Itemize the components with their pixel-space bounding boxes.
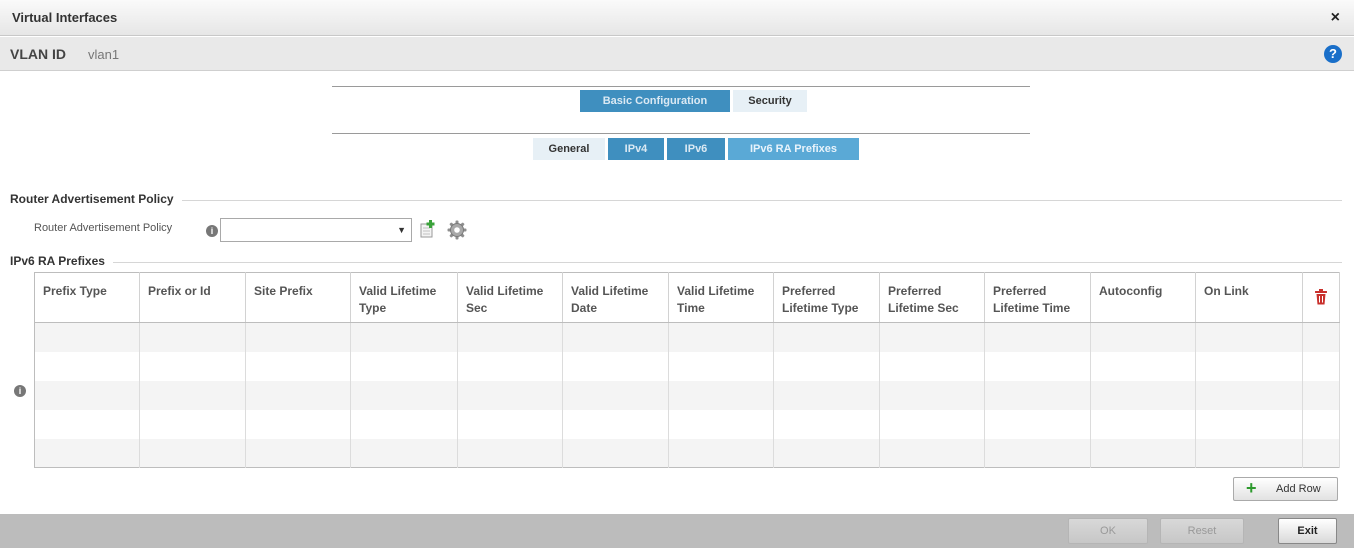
column-header[interactable]: Preferred Lifetime Sec (879, 272, 985, 323)
column-header[interactable]: On Link (1195, 272, 1303, 323)
column-header[interactable]: Valid Lifetime Type (350, 272, 458, 323)
vlan-id-label: VLAN ID (10, 46, 66, 62)
close-icon[interactable]: × (1331, 9, 1340, 27)
dialog-footer (0, 514, 1354, 548)
table-row (34, 351, 1340, 381)
table-header-row: Prefix Type Prefix or Id Site Prefix Val… (34, 272, 1340, 323)
column-header[interactable]: Valid Lifetime Time (668, 272, 774, 323)
ra-policy-field-label: Router Advertisement Policy (34, 222, 173, 234)
trash-icon[interactable] (1314, 289, 1328, 305)
vlan-id-value: vlan1 (88, 47, 120, 62)
column-header[interactable]: Preferred Lifetime Time (984, 272, 1091, 323)
ra-policy-section-title: Router Advertisement Policy (10, 192, 182, 206)
ok-button[interactable]: OK (1068, 518, 1148, 544)
ra-policy-select[interactable]: ▼ (220, 218, 412, 242)
table-row (34, 380, 1340, 410)
tab-divider-bottom (332, 133, 1030, 134)
column-header[interactable]: Autoconfig (1090, 272, 1196, 323)
window-titlebar: Virtual Interfaces × (0, 0, 1354, 36)
ipv6-ra-prefixes-section-title: IPv6 RA Prefixes (10, 254, 113, 268)
exit-button[interactable]: Exit (1278, 518, 1337, 544)
info-icon: i (14, 385, 26, 397)
section-divider (10, 262, 1342, 263)
table-row (34, 322, 1340, 352)
tab-general[interactable]: General (533, 138, 605, 160)
tab-security[interactable]: Security (733, 90, 807, 112)
ipv6-ra-prefixes-table: Prefix Type Prefix or Id Site Prefix Val… (34, 272, 1340, 468)
reset-button[interactable]: Reset (1160, 518, 1244, 544)
chevron-down-icon: ▼ (397, 225, 406, 235)
table-row (34, 438, 1340, 468)
tab-divider-top (332, 86, 1030, 87)
delete-column-header (1302, 272, 1340, 323)
tab-ipv6-ra-prefixes[interactable]: IPv6 RA Prefixes (728, 138, 859, 160)
tab-ipv4[interactable]: IPv4 (608, 138, 664, 160)
plus-icon: + (1246, 478, 1257, 498)
help-icon[interactable]: ? (1324, 45, 1342, 63)
vlan-header: VLAN ID vlan1 ? (0, 37, 1354, 71)
info-icon: i (206, 225, 218, 237)
section-divider (10, 200, 1342, 201)
column-header[interactable]: Prefix Type (34, 272, 140, 323)
table-row (34, 409, 1340, 439)
column-header[interactable]: Prefix or Id (139, 272, 246, 323)
gear-icon[interactable] (447, 220, 467, 240)
column-header[interactable]: Preferred Lifetime Type (773, 272, 880, 323)
tab-basic-configuration[interactable]: Basic Configuration (580, 90, 730, 112)
tab-ipv6[interactable]: IPv6 (667, 138, 725, 160)
column-header[interactable]: Valid Lifetime Date (562, 272, 669, 323)
column-header[interactable]: Site Prefix (245, 272, 351, 323)
add-row-button[interactable]: + Add Row (1233, 477, 1338, 501)
create-policy-icon[interactable] (420, 220, 436, 238)
window-title: Virtual Interfaces (12, 10, 118, 25)
add-row-label: Add Row (1276, 483, 1321, 495)
column-header[interactable]: Valid Lifetime Sec (457, 272, 563, 323)
